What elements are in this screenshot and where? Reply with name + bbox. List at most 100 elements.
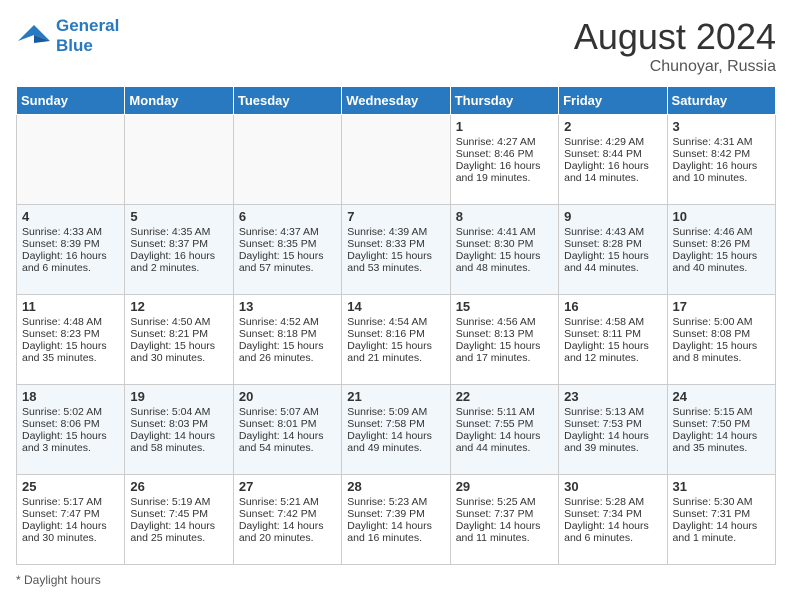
day-info-line: and 26 minutes. (239, 352, 336, 364)
day-info-line: and 8 minutes. (673, 352, 770, 364)
calendar-cell (125, 115, 233, 205)
day-info-line: Daylight: 15 hours (456, 250, 553, 262)
day-info-line: Sunset: 8:18 PM (239, 328, 336, 340)
day-info-line: Sunrise: 5:00 AM (673, 316, 770, 328)
day-info-line: Daylight: 14 hours (347, 520, 444, 532)
calendar-cell: 21Sunrise: 5:09 AMSunset: 7:58 PMDayligh… (342, 385, 450, 475)
day-number: 22 (456, 389, 553, 404)
day-info-line: Sunrise: 4:46 AM (673, 226, 770, 238)
day-number: 4 (22, 209, 119, 224)
day-number: 5 (130, 209, 227, 224)
day-number: 17 (673, 299, 770, 314)
day-info-line: Sunrise: 5:11 AM (456, 406, 553, 418)
day-number: 26 (130, 479, 227, 494)
day-info-line: Daylight: 16 hours (673, 160, 770, 172)
day-number: 10 (673, 209, 770, 224)
calendar-cell: 4Sunrise: 4:33 AMSunset: 8:39 PMDaylight… (17, 205, 125, 295)
month-year: August 2024 (574, 16, 776, 58)
day-info-line: Daylight: 14 hours (673, 520, 770, 532)
day-info-line: Sunset: 7:50 PM (673, 418, 770, 430)
day-info-line: Sunset: 8:39 PM (22, 238, 119, 250)
day-number: 11 (22, 299, 119, 314)
day-info-line: Sunrise: 4:29 AM (564, 136, 661, 148)
day-info-line: and 58 minutes. (130, 442, 227, 454)
day-info-line: Sunrise: 4:33 AM (22, 226, 119, 238)
calendar-cell: 13Sunrise: 4:52 AMSunset: 8:18 PMDayligh… (233, 295, 341, 385)
day-info-line: and 11 minutes. (456, 532, 553, 544)
day-info-line: and 49 minutes. (347, 442, 444, 454)
calendar-cell (342, 115, 450, 205)
calendar-cell: 1Sunrise: 4:27 AMSunset: 8:46 PMDaylight… (450, 115, 558, 205)
day-info-line: Sunrise: 5:15 AM (673, 406, 770, 418)
calendar-cell: 17Sunrise: 5:00 AMSunset: 8:08 PMDayligh… (667, 295, 775, 385)
footer-label: Daylight hours (24, 573, 101, 587)
day-info-line: and 21 minutes. (347, 352, 444, 364)
calendar-cell (17, 115, 125, 205)
day-number: 25 (22, 479, 119, 494)
day-info-line: Sunset: 8:33 PM (347, 238, 444, 250)
day-info-line: Sunset: 7:42 PM (239, 508, 336, 520)
week-row-3: 11Sunrise: 4:48 AMSunset: 8:23 PMDayligh… (17, 295, 776, 385)
day-info-line: Daylight: 14 hours (456, 430, 553, 442)
day-info-line: and 17 minutes. (456, 352, 553, 364)
day-info-line: Sunrise: 5:17 AM (22, 496, 119, 508)
day-info-line: Daylight: 16 hours (456, 160, 553, 172)
calendar-cell: 2Sunrise: 4:29 AMSunset: 8:44 PMDaylight… (559, 115, 667, 205)
day-info-line: and 16 minutes. (347, 532, 444, 544)
day-info-line: Daylight: 14 hours (130, 520, 227, 532)
calendar-cell: 12Sunrise: 4:50 AMSunset: 8:21 PMDayligh… (125, 295, 233, 385)
day-info-line: Daylight: 14 hours (673, 430, 770, 442)
day-info-line: Daylight: 16 hours (130, 250, 227, 262)
day-info-line: and 44 minutes. (564, 262, 661, 274)
day-info-line: Sunset: 8:30 PM (456, 238, 553, 250)
day-info-line: Daylight: 16 hours (564, 160, 661, 172)
day-info-line: Sunrise: 5:19 AM (130, 496, 227, 508)
day-number: 15 (456, 299, 553, 314)
calendar-cell: 23Sunrise: 5:13 AMSunset: 7:53 PMDayligh… (559, 385, 667, 475)
day-info-line: Daylight: 14 hours (456, 520, 553, 532)
day-info-line: Sunrise: 4:54 AM (347, 316, 444, 328)
header-day-tuesday: Tuesday (233, 87, 341, 115)
day-number: 21 (347, 389, 444, 404)
calendar-cell: 14Sunrise: 4:54 AMSunset: 8:16 PMDayligh… (342, 295, 450, 385)
day-number: 1 (456, 119, 553, 134)
day-number: 18 (22, 389, 119, 404)
calendar-body: 1Sunrise: 4:27 AMSunset: 8:46 PMDaylight… (17, 115, 776, 565)
header-day-saturday: Saturday (667, 87, 775, 115)
day-info-line: Sunrise: 5:25 AM (456, 496, 553, 508)
day-info-line: Sunrise: 4:56 AM (456, 316, 553, 328)
header-day-friday: Friday (559, 87, 667, 115)
calendar-cell (233, 115, 341, 205)
week-row-4: 18Sunrise: 5:02 AMSunset: 8:06 PMDayligh… (17, 385, 776, 475)
day-info-line: and 35 minutes. (22, 352, 119, 364)
day-number: 24 (673, 389, 770, 404)
day-number: 29 (456, 479, 553, 494)
week-row-1: 1Sunrise: 4:27 AMSunset: 8:46 PMDaylight… (17, 115, 776, 205)
day-info-line: Daylight: 15 hours (22, 430, 119, 442)
day-info-line: Sunrise: 4:52 AM (239, 316, 336, 328)
week-row-5: 25Sunrise: 5:17 AMSunset: 7:47 PMDayligh… (17, 475, 776, 565)
day-info-line: and 53 minutes. (347, 262, 444, 274)
day-number: 7 (347, 209, 444, 224)
day-info-line: Sunrise: 4:58 AM (564, 316, 661, 328)
calendar-cell: 28Sunrise: 5:23 AMSunset: 7:39 PMDayligh… (342, 475, 450, 565)
location: Chunoyar, Russia (574, 58, 776, 76)
day-number: 27 (239, 479, 336, 494)
day-info-line: Sunrise: 5:28 AM (564, 496, 661, 508)
day-info-line: Sunset: 8:35 PM (239, 238, 336, 250)
calendar-cell: 31Sunrise: 5:30 AMSunset: 7:31 PMDayligh… (667, 475, 775, 565)
calendar-cell: 19Sunrise: 5:04 AMSunset: 8:03 PMDayligh… (125, 385, 233, 475)
day-info-line: Sunrise: 4:48 AM (22, 316, 119, 328)
calendar-cell: 15Sunrise: 4:56 AMSunset: 8:13 PMDayligh… (450, 295, 558, 385)
day-info-line: Sunset: 8:21 PM (130, 328, 227, 340)
day-info-line: Daylight: 14 hours (564, 520, 661, 532)
day-info-line: Sunset: 8:46 PM (456, 148, 553, 160)
day-info-line: Daylight: 15 hours (130, 340, 227, 352)
day-info-line: and 2 minutes. (130, 262, 227, 274)
day-info-line: Daylight: 15 hours (564, 250, 661, 262)
day-info-line: and 12 minutes. (564, 352, 661, 364)
day-info-line: Sunrise: 4:43 AM (564, 226, 661, 238)
day-info-line: Daylight: 14 hours (22, 520, 119, 532)
day-number: 28 (347, 479, 444, 494)
day-info-line: Sunrise: 4:31 AM (673, 136, 770, 148)
